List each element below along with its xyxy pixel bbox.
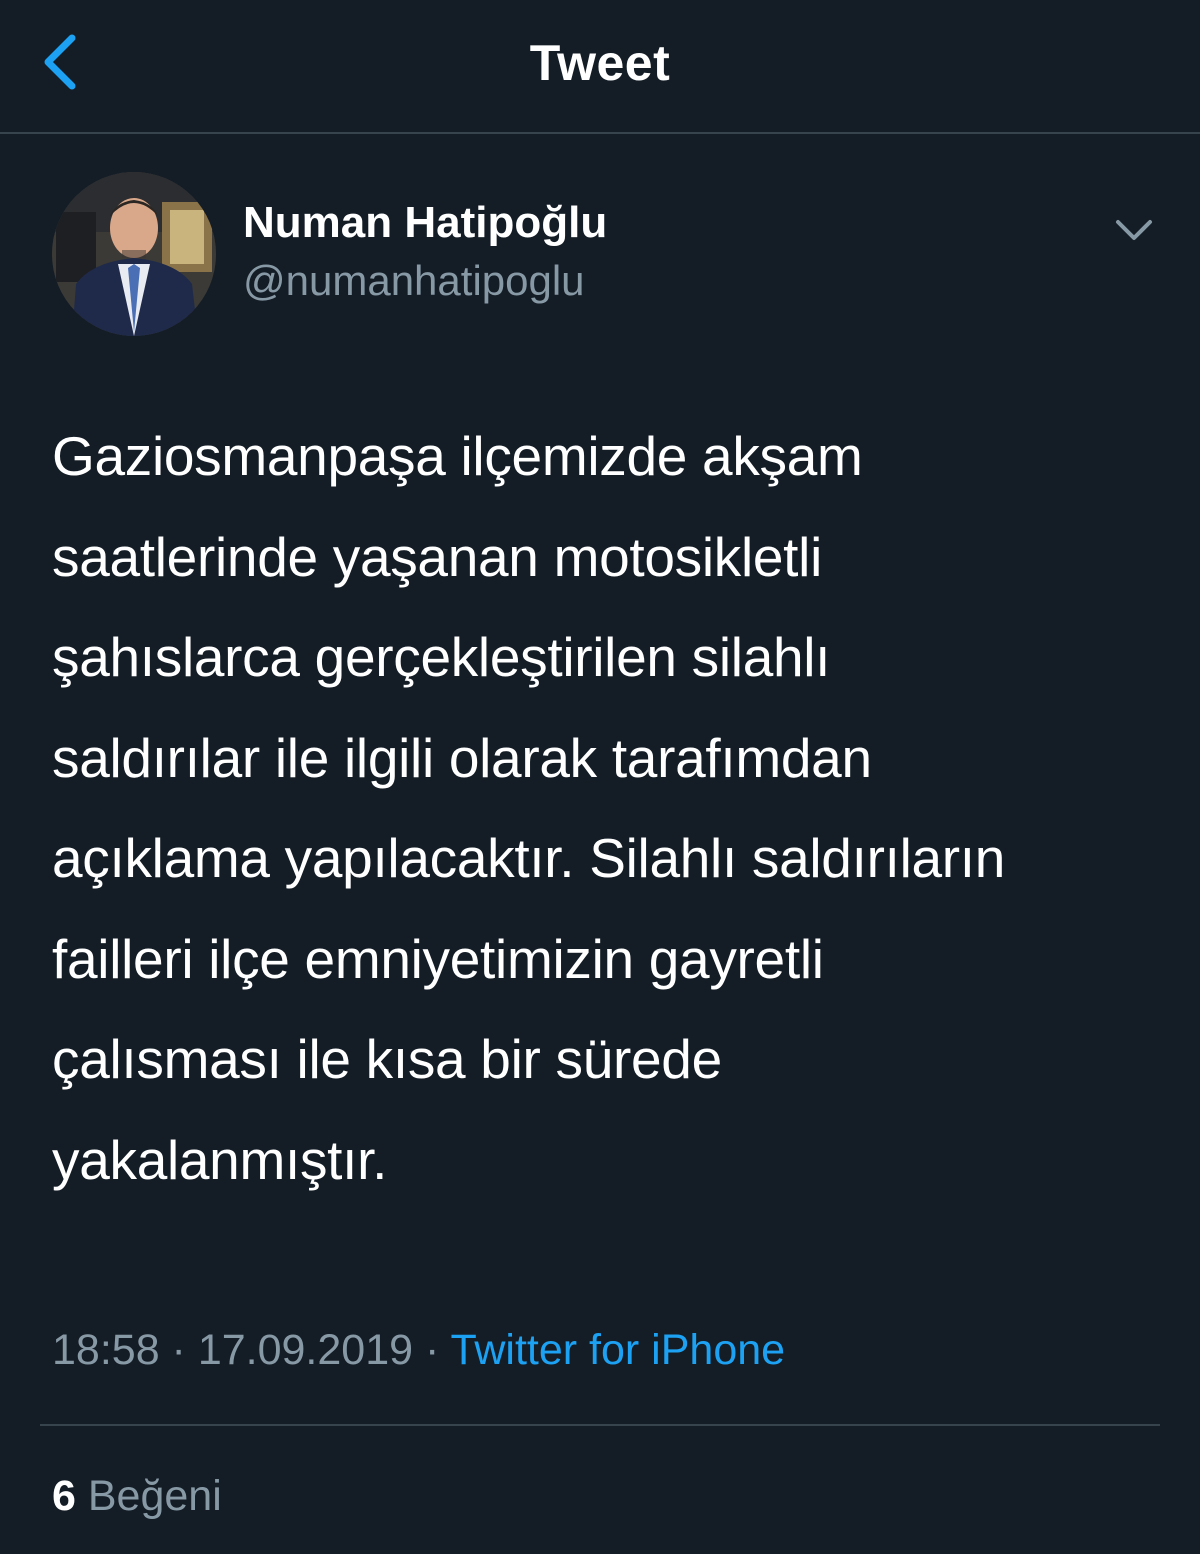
tweet-meta: 18:58 · 17.09.2019 · Twitter for iPhone (52, 1326, 785, 1375)
tweet-text: Gaziosmanpaşa ilçemizde akşam saatlerind… (52, 425, 1006, 1191)
likes-count: 6 (52, 1472, 76, 1520)
meta-separator: · (159, 1326, 198, 1374)
top-bar: Tweet (0, 0, 1200, 134)
likes-label: Beğeni (87, 1472, 222, 1520)
tweet-date: 17.09.2019 (197, 1326, 414, 1374)
author-name[interactable]: Numan Hatipoğlu (243, 198, 607, 248)
chevron-down-icon (1116, 220, 1152, 240)
tweet-source-link[interactable]: Twitter for iPhone (450, 1326, 785, 1374)
divider (40, 1424, 1160, 1426)
avatar[interactable] (52, 172, 216, 336)
author-handle[interactable]: @numanhatipoglu (243, 257, 585, 305)
tweet-time: 18:58 (52, 1326, 160, 1374)
avatar-photo (52, 172, 216, 336)
more-options-button[interactable] (1110, 206, 1158, 254)
meta-separator: · (413, 1326, 451, 1374)
likes-stat[interactable]: 6 Beğeni (52, 1472, 222, 1521)
page-title: Tweet (529, 35, 671, 91)
